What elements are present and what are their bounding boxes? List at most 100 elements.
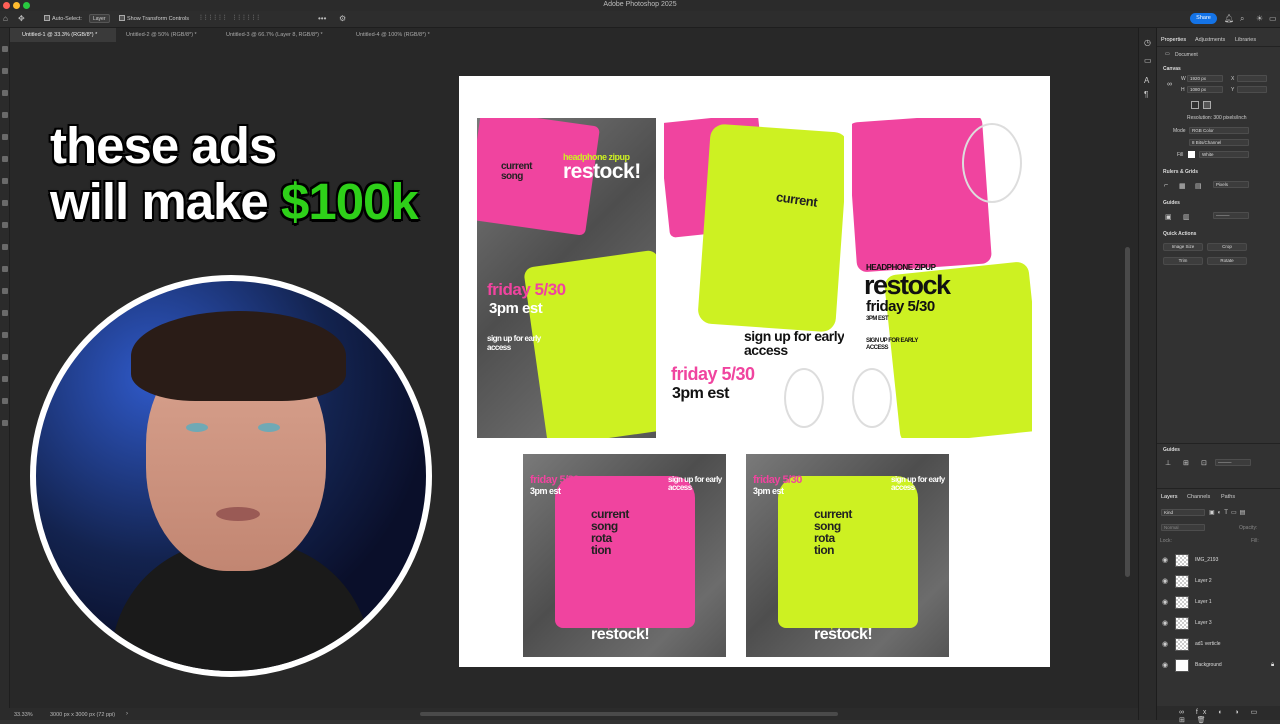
layer-row[interactable]: ◉ Layer 2 [1157, 571, 1280, 592]
x-field[interactable] [1237, 75, 1267, 82]
tab-adjustments[interactable]: Adjustments [1195, 37, 1225, 43]
rulers-section[interactable]: Rulers & Grids [1163, 169, 1198, 175]
layer-row[interactable]: ◉ Layer 1 [1157, 592, 1280, 613]
crop-button[interactable]: Crop [1207, 243, 1247, 251]
dodge-tool-icon[interactable] [2, 332, 8, 338]
zoom-level[interactable]: 33.33% [14, 712, 33, 718]
layer-row[interactable]: ◉ Layer 3 [1157, 613, 1280, 634]
trim-button[interactable]: Trim [1163, 257, 1203, 265]
eye-icon[interactable]: ◉ [1162, 556, 1168, 564]
healing-tool-icon[interactable] [2, 200, 8, 206]
mode-dropdown[interactable]: RGB Color [1189, 127, 1249, 134]
crop-tool-icon[interactable] [2, 134, 8, 140]
frame-tool-icon[interactable] [2, 156, 8, 162]
eye-icon[interactable]: ◉ [1162, 598, 1168, 606]
height-field[interactable]: 1080 px [1187, 86, 1223, 93]
landscape-icon[interactable] [1203, 101, 1211, 109]
home-icon[interactable]: ⌂ [3, 14, 8, 23]
quick-actions-section[interactable]: Quick Actions [1163, 231, 1196, 237]
vertical-scrollbar[interactable] [1125, 247, 1130, 577]
gradient-tool-icon[interactable] [2, 310, 8, 316]
image-size-button[interactable]: Image Size [1163, 243, 1203, 251]
canvas-section[interactable]: Canvas [1163, 66, 1181, 72]
auto-select-checkbox[interactable]: Auto-Select: [44, 15, 82, 22]
layer-row[interactable]: ◉ ad1 verticle [1157, 634, 1280, 655]
comments-icon[interactable]: ▭ [1144, 56, 1152, 65]
chevron-right-icon[interactable]: › [126, 711, 128, 717]
guides-dropdown[interactable]: ——— [1213, 212, 1249, 219]
notifications-icon[interactable]: 🔔︎ [1224, 14, 1234, 23]
brush-tool-icon[interactable] [2, 222, 8, 228]
shape-tool-icon[interactable] [2, 420, 8, 426]
fill-swatch[interactable] [1188, 151, 1195, 158]
width-field[interactable]: 1920 px [1187, 75, 1223, 82]
layer-row[interactable]: ◉ IMG_2193 [1157, 550, 1280, 571]
eye-icon[interactable]: ◉ [1162, 640, 1168, 648]
more-icon[interactable]: ••• [318, 14, 326, 23]
tab-layers[interactable]: Layers [1161, 494, 1178, 500]
lightbulb-icon[interactable]: ☀ [1256, 14, 1263, 23]
pen-tool-icon[interactable] [2, 354, 8, 360]
link-icon[interactable]: ∞ [1167, 81, 1172, 88]
document-canvas[interactable]: headphone zipup restock! friday 5/30 3pm… [459, 76, 1050, 667]
rotate-button[interactable]: Rotate [1207, 257, 1247, 265]
guides-layout-icon[interactable]: ▥ [1183, 213, 1190, 221]
layer-actions-icons[interactable]: ∞ fx ◐ ◑ ▭ ⊞ 🗑︎ [1179, 708, 1280, 724]
blend-mode-dropdown[interactable]: Normal [1161, 524, 1205, 531]
layer-name: IMG_2193 [1195, 557, 1219, 563]
eyedropper-tool-icon[interactable] [2, 178, 8, 184]
quick-select-tool-icon[interactable] [2, 112, 8, 118]
align-icons[interactable]: ⫶⫶⫶⫶⫶⫶ ⫶⫶⫶⫶⫶⫶ [200, 14, 262, 23]
layer-thumbnail [1175, 596, 1189, 609]
layer-row[interactable]: ◉ Background 🔒︎ [1157, 655, 1280, 676]
history-brush-tool-icon[interactable] [2, 266, 8, 272]
tab-libraries[interactable]: Libraries [1235, 37, 1256, 43]
eraser-tool-icon[interactable] [2, 288, 8, 294]
transform-controls-checkbox[interactable]: Show Transform Controls [119, 15, 189, 22]
history-icon[interactable]: ◷ [1144, 38, 1151, 47]
portrait-icon[interactable] [1191, 101, 1199, 109]
guides-new-icon[interactable]: ⊡ [1201, 459, 1207, 467]
tab-channels[interactable]: Channels [1187, 494, 1210, 500]
units-dropdown[interactable]: Pixels [1213, 181, 1249, 188]
ruler-icon[interactable]: ⌐ [1164, 182, 1168, 189]
eye-icon[interactable]: ◉ [1162, 619, 1168, 627]
headline-line-2: will make $100k [50, 173, 419, 230]
guides-panel-header[interactable]: Guides [1163, 447, 1180, 453]
auto-select-dropdown[interactable]: Layer [89, 14, 110, 23]
search-icon[interactable]: ⌕ [1240, 14, 1244, 23]
layer-filter-dropdown[interactable]: Kind [1161, 509, 1205, 516]
eye-icon[interactable]: ◉ [1162, 577, 1168, 585]
bits-dropdown[interactable]: 8 Bits/Channel [1189, 139, 1249, 146]
pixel-grid-icon[interactable]: ▤ [1195, 182, 1202, 190]
paragraph-icon[interactable]: ¶ [1144, 90, 1148, 99]
move-tool-icon[interactable] [2, 46, 8, 52]
tab-untitled-4[interactable]: Untitled-4 @ 100% (RGB/8*) * [348, 28, 458, 42]
share-button[interactable]: Share [1190, 13, 1217, 24]
eye-icon[interactable]: ◉ [1162, 661, 1168, 669]
y-field[interactable] [1237, 86, 1267, 93]
path-select-tool-icon[interactable] [2, 398, 8, 404]
horizontal-scrollbar[interactable] [420, 712, 838, 716]
guides-icon[interactable]: ▣ [1165, 213, 1172, 221]
guides-section[interactable]: Guides [1163, 200, 1180, 206]
tab-untitled-3[interactable]: Untitled-3 @ 66.7% (Layer 8, RGB/8*) * [218, 28, 348, 42]
character-icon[interactable]: A [1144, 76, 1149, 85]
guides-align-icon[interactable]: ⊥ [1165, 459, 1171, 467]
type-tool-icon[interactable] [2, 376, 8, 382]
grid-icon[interactable]: ▦ [1179, 182, 1186, 190]
tab-untitled-1[interactable]: Untitled-1 @ 33.3% (RGB/8*) * [10, 28, 116, 42]
stamp-tool-icon[interactable] [2, 244, 8, 250]
guides-grid-icon[interactable]: ⊞ [1183, 459, 1189, 467]
layer-filter-icons[interactable]: ▣◐T▭▤ [1209, 509, 1248, 516]
marquee-tool-icon[interactable] [2, 68, 8, 74]
guides-style-dropdown[interactable]: ——— [1215, 459, 1251, 466]
workspace-icon[interactable]: ▭ [1269, 14, 1277, 23]
tab-properties[interactable]: Properties [1161, 37, 1186, 43]
gear-icon[interactable]: ⚙ [339, 14, 346, 23]
move-tool-icon[interactable]: ✥ [18, 14, 25, 23]
tab-paths[interactable]: Paths [1221, 494, 1235, 500]
lasso-tool-icon[interactable] [2, 90, 8, 96]
fill-dropdown[interactable]: White [1199, 151, 1249, 158]
tab-untitled-2[interactable]: Untitled-2 @ 50% (RGB/8*) * [116, 28, 218, 42]
